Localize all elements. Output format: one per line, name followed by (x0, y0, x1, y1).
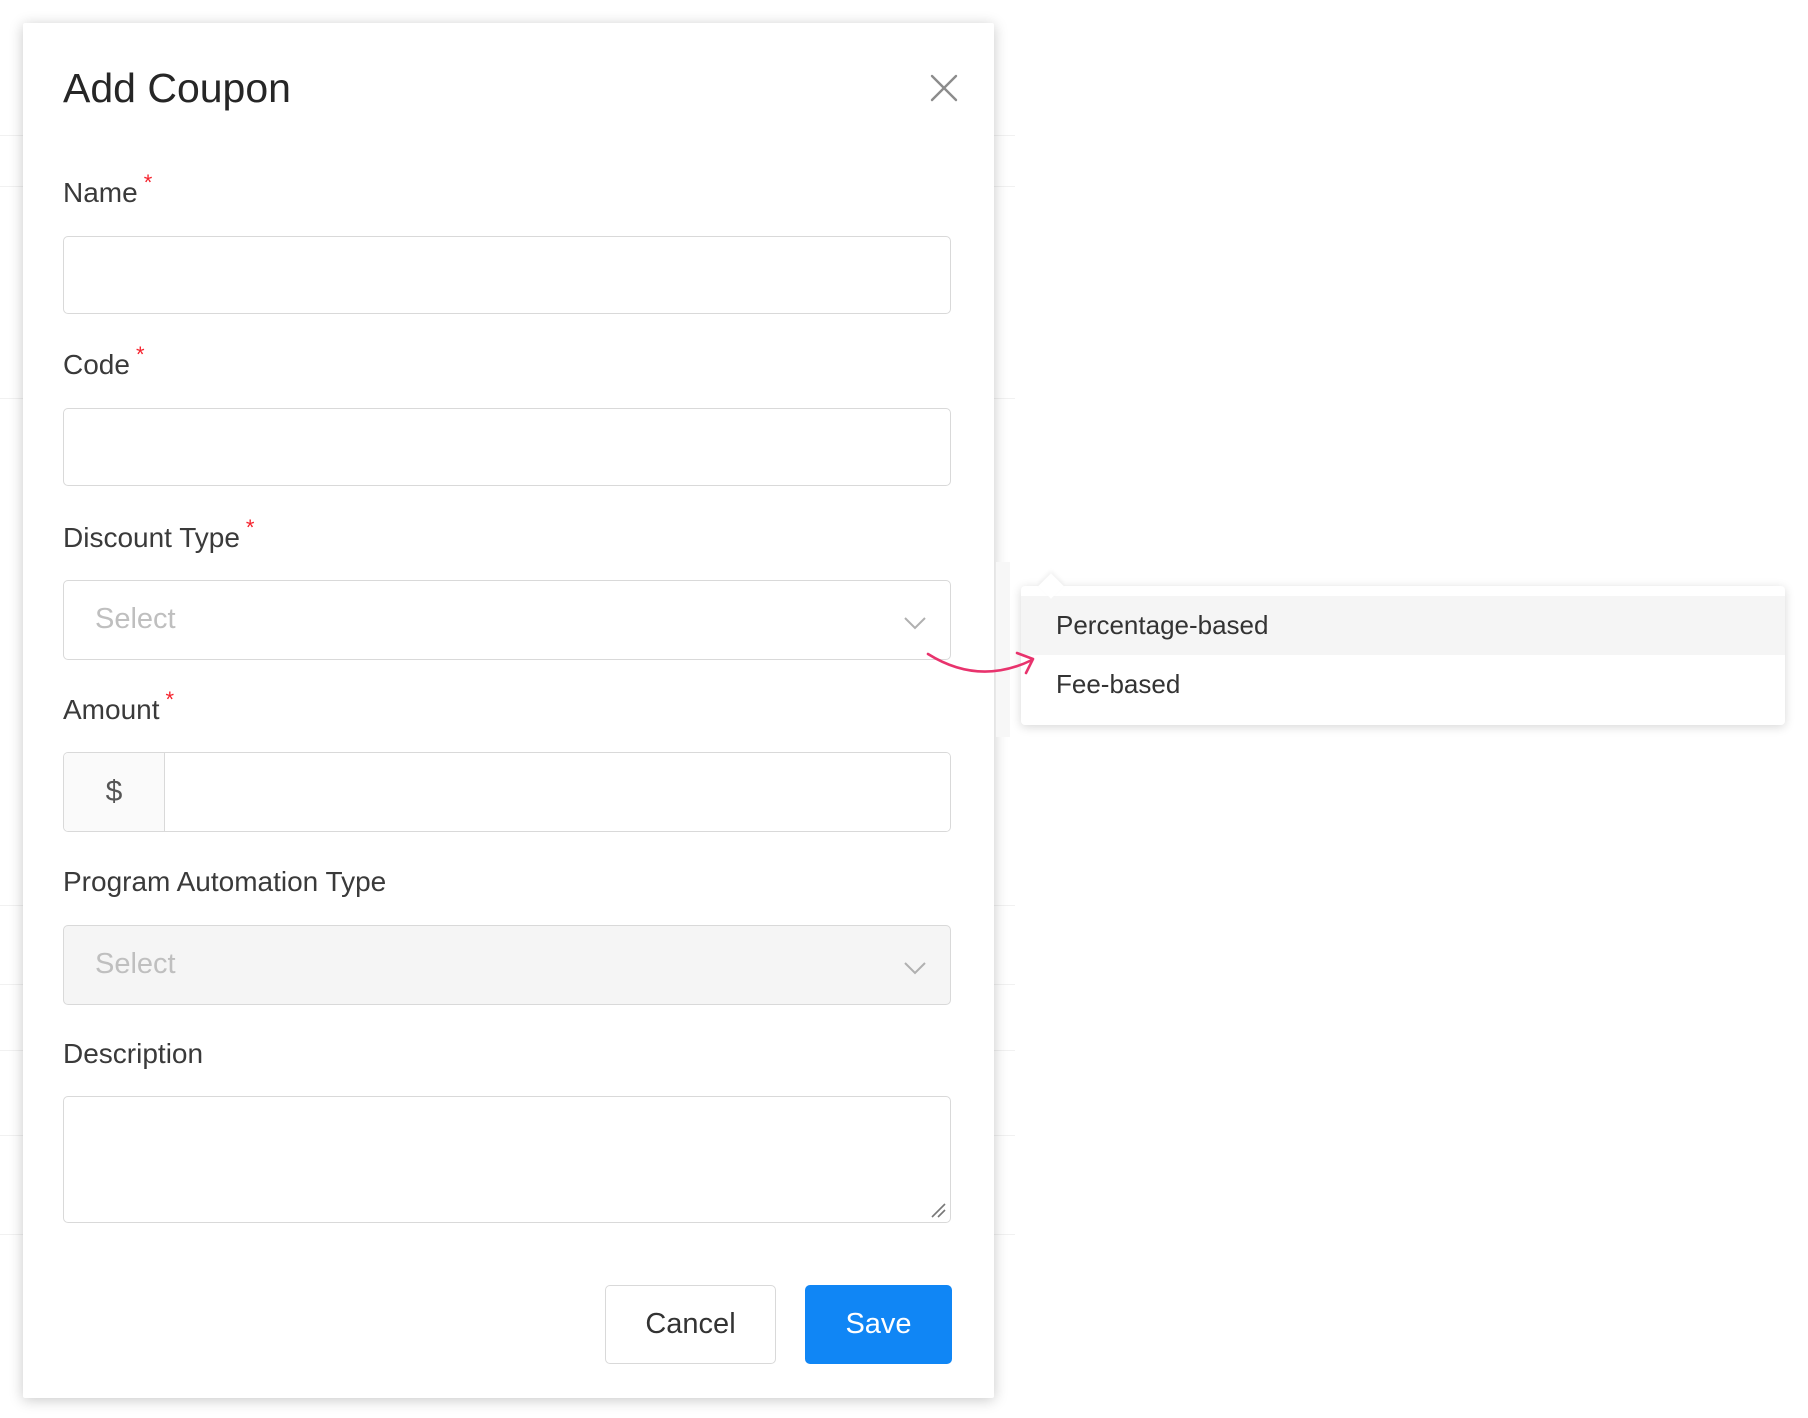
amount-label-text: Amount (63, 694, 160, 725)
required-mark: * (165, 687, 175, 712)
amount-field-wrapper: $ (63, 752, 951, 832)
dropdown-option-percentage-based[interactable]: Percentage-based (1021, 596, 1785, 655)
chevron-down-icon (904, 617, 926, 630)
currency-prefix: $ (64, 753, 165, 831)
program-automation-type-select[interactable]: Select (63, 925, 951, 1005)
description-label-text: Description (63, 1038, 204, 1069)
cancel-button[interactable]: Cancel (605, 1285, 776, 1364)
name-label: Name * (63, 170, 152, 209)
discount-type-dropdown: Percentage-based Fee-based (1021, 586, 1785, 725)
description-label: Description (63, 1038, 203, 1070)
resize-handle-icon[interactable] (929, 1201, 947, 1219)
discount-type-select[interactable]: Select (63, 580, 951, 660)
discount-type-label-text: Discount Type (63, 522, 240, 553)
save-button[interactable]: Save (805, 1285, 952, 1364)
name-input[interactable] (64, 237, 950, 313)
discount-type-label: Discount Type * (63, 515, 254, 554)
close-icon[interactable] (923, 67, 965, 109)
required-mark: * (245, 515, 255, 540)
description-field-wrapper (63, 1096, 951, 1223)
code-input[interactable] (64, 409, 950, 485)
dropdown-option-fee-based[interactable]: Fee-based (1021, 655, 1785, 714)
program-automation-type-label: Program Automation Type (63, 866, 386, 898)
modal-title: Add Coupon (63, 65, 291, 111)
name-label-text: Name (63, 177, 138, 208)
name-field-wrapper (63, 236, 951, 314)
discount-type-placeholder: Select (95, 603, 176, 635)
amount-label: Amount * (63, 687, 174, 726)
amount-input[interactable] (165, 753, 950, 831)
code-label: Code * (63, 342, 145, 381)
description-textarea[interactable] (64, 1097, 950, 1222)
add-coupon-modal: Add Coupon Name * Code * Discount Type * Se… (23, 23, 994, 1398)
required-mark: * (135, 342, 145, 367)
program-automation-type-placeholder: Select (95, 948, 176, 980)
code-label-text: Code (63, 349, 130, 380)
program-automation-type-label-text: Program Automation Type (63, 866, 387, 897)
chevron-down-icon (904, 962, 926, 975)
annotation-arrow-icon (926, 651, 1035, 675)
code-field-wrapper (63, 408, 951, 486)
required-mark: * (143, 170, 153, 195)
